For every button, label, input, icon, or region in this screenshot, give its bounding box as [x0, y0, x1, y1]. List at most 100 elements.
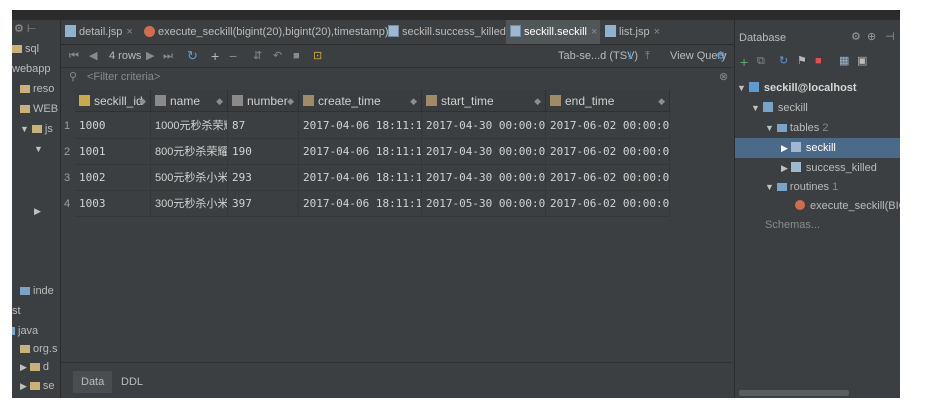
- close-icon[interactable]: ×: [591, 26, 597, 38]
- sort-icon[interactable]: ◆: [410, 90, 417, 112]
- tree-item-package[interactable]: org.s: [20, 340, 57, 358]
- column-header-start-time[interactable]: start_time ◆: [422, 90, 546, 112]
- cell-number[interactable]: 397: [228, 191, 299, 217]
- tree-item-test[interactable]: st: [12, 302, 21, 320]
- cell-name[interactable]: 800元秒杀荣耀: [151, 139, 228, 165]
- tree-item-sql[interactable]: sql: [12, 40, 39, 58]
- horizontal-scrollbar[interactable]: [739, 390, 849, 396]
- cell-end-time[interactable]: 2017-06-02 00:00:00: [546, 191, 670, 217]
- lock-icon[interactable]: ⊡: [313, 45, 322, 67]
- tree-schema-seckill[interactable]: ▼ seckill: [751, 98, 900, 118]
- delete-row-icon[interactable]: −: [229, 45, 237, 67]
- tree-item-resources[interactable]: reso: [20, 80, 54, 98]
- tree-item-dao[interactable]: ▶ d: [20, 358, 49, 376]
- cell-start-time[interactable]: 2017-04-30 00:00:00: [422, 165, 546, 191]
- table-editor-icon[interactable]: ▦: [839, 54, 849, 67]
- cell-end-time[interactable]: 2017-06-02 00:00:00: [546, 113, 670, 139]
- tab-success-killed[interactable]: seckill.success_killed×: [384, 20, 516, 44]
- cell-create-time[interactable]: 2017-04-06 18:11:17: [299, 165, 422, 191]
- tree-item-service[interactable]: ▶ se: [20, 377, 55, 395]
- cell-seckill-id[interactable]: 1003: [75, 191, 151, 217]
- cell-name[interactable]: 500元秒杀小米: [151, 165, 228, 191]
- tree-item-collapsed[interactable]: ▼: [34, 140, 46, 158]
- column-header-end-time[interactable]: end_time ◆: [546, 90, 670, 112]
- tree-item-collapsed-2[interactable]: ▶: [34, 202, 44, 220]
- revert-icon[interactable]: ↶: [273, 45, 282, 67]
- clear-filter-icon[interactable]: ⊗: [719, 70, 728, 83]
- add-datasource-icon[interactable]: +: [740, 54, 748, 70]
- row-number[interactable]: 3: [61, 165, 73, 191]
- sort-icon[interactable]: ◆: [139, 90, 146, 112]
- stop-icon[interactable]: ■: [815, 55, 822, 67]
- submit-icon[interactable]: ⇵: [253, 45, 262, 67]
- tree-tables[interactable]: ▼ tables 2: [765, 118, 900, 138]
- cell-number[interactable]: 293: [228, 165, 299, 191]
- upload-icon[interactable]: ⤒: [645, 45, 650, 67]
- first-page-icon[interactable]: ⏮: [69, 45, 79, 67]
- column-header-number[interactable]: number ◆: [228, 90, 299, 112]
- cell-end-time[interactable]: 2017-06-02 00:00:00: [546, 165, 670, 191]
- sort-icon[interactable]: ◆: [534, 90, 541, 112]
- next-page-icon[interactable]: ▶: [146, 45, 154, 67]
- column-header-seckill-id[interactable]: seckill_id ◆: [75, 90, 151, 112]
- export-format[interactable]: Tab-se...d (TSV): [558, 45, 638, 67]
- sort-icon[interactable]: ◆: [216, 90, 223, 112]
- duplicate-icon[interactable]: ⧉: [757, 55, 765, 68]
- prev-page-icon[interactable]: ◀: [89, 45, 97, 67]
- cell-seckill-id[interactable]: 1001: [75, 139, 151, 165]
- tree-item-java[interactable]: java: [12, 322, 38, 340]
- column-header-create-time[interactable]: create_time ◆: [299, 90, 422, 112]
- tree-item-web-inf[interactable]: WEB: [20, 100, 58, 118]
- tab-ddl[interactable]: DDL: [113, 371, 151, 393]
- cell-start-time[interactable]: 2017-05-30 00:00:00: [422, 191, 546, 217]
- row-number[interactable]: 1: [61, 113, 73, 139]
- tab-execute-seckill[interactable]: execute_seckill(bigint(20),bigint(20),ti…: [140, 20, 399, 44]
- tab-list-jsp[interactable]: list.jsp ×: [601, 20, 669, 44]
- hide-panel-icon[interactable]: ⊣: [885, 30, 895, 43]
- close-icon[interactable]: ×: [126, 26, 132, 38]
- tree-datasource[interactable]: ▼ seckill@localhost: [737, 78, 900, 98]
- tree-item-index[interactable]: inde: [20, 282, 54, 300]
- tree-item-webapp[interactable]: webapp: [12, 60, 51, 78]
- tab-detail-jsp[interactable]: detail.jsp ×: [61, 20, 142, 44]
- refresh-icon[interactable]: ↻: [187, 45, 198, 67]
- settings-icon[interactable]: ⚙: [716, 45, 726, 67]
- download-icon[interactable]: ⤓: [628, 45, 633, 67]
- tab-seckill-seckill[interactable]: seckill.seckill ×: [506, 20, 600, 44]
- tree-schemas[interactable]: Schemas...: [765, 215, 900, 235]
- panel-settings-icon[interactable]: ⚙: [851, 30, 861, 43]
- cell-seckill-id[interactable]: 1002: [75, 165, 151, 191]
- column-header-name[interactable]: name ◆: [151, 90, 228, 112]
- add-row-icon[interactable]: +: [211, 45, 219, 67]
- tree-table-success-killed[interactable]: ▶ success_killed: [781, 158, 900, 178]
- cell-number[interactable]: 87: [228, 113, 299, 139]
- tree-routine-execute-seckill[interactable]: execute_seckill(BIGINT: [795, 196, 900, 216]
- last-page-icon[interactable]: ⏭: [163, 45, 173, 67]
- row-number[interactable]: 2: [61, 139, 73, 165]
- cell-create-time[interactable]: 2017-04-06 18:11:17: [299, 113, 422, 139]
- properties-icon[interactable]: ⚑: [797, 54, 807, 67]
- tree-table-seckill[interactable]: ▶ seckill: [735, 138, 900, 158]
- cell-create-time[interactable]: 2017-04-06 18:11:17: [299, 139, 422, 165]
- cell-create-time[interactable]: 2017-04-06 18:11:17: [299, 191, 422, 217]
- cell-start-time[interactable]: 2017-04-30 00:00:00: [422, 139, 546, 165]
- cell-end-time[interactable]: 2017-06-02 00:00:00: [546, 139, 670, 165]
- cell-name[interactable]: 300元秒杀小米: [151, 191, 228, 217]
- pin-icon[interactable]: ⊕: [867, 30, 876, 43]
- tree-item-js[interactable]: ▼ js: [20, 120, 53, 138]
- tab-data[interactable]: Data: [73, 371, 113, 393]
- cell-start-time[interactable]: 2017-04-30 00:00:00: [422, 113, 546, 139]
- stop-icon[interactable]: ■: [293, 45, 300, 67]
- cell-seckill-id[interactable]: 1000: [75, 113, 151, 139]
- console-icon[interactable]: ▣: [857, 54, 867, 67]
- cell-number[interactable]: 190: [228, 139, 299, 165]
- cell-name[interactable]: 1000元秒杀荣耀: [151, 113, 228, 139]
- sort-icon[interactable]: ◆: [658, 90, 665, 112]
- filter-input[interactable]: <Filter criteria>: [87, 71, 160, 83]
- close-icon[interactable]: ×: [654, 26, 660, 38]
- refresh-icon[interactable]: ↻: [779, 54, 788, 67]
- row-number[interactable]: 4: [61, 191, 73, 217]
- filter-icon: ⚲: [69, 71, 78, 83]
- sort-icon[interactable]: ◆: [287, 90, 294, 112]
- tree-routines[interactable]: ▼ routines 1: [765, 177, 900, 197]
